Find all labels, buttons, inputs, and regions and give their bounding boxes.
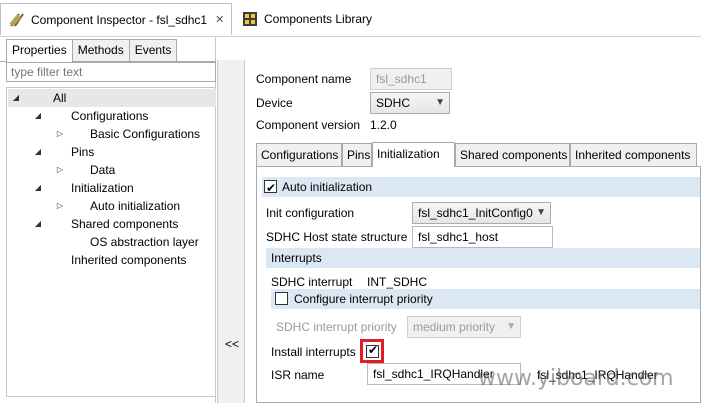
components-library-icon [240, 9, 260, 29]
tree-item-label: Data [90, 163, 116, 177]
chevron-down-icon: ▼ [435, 97, 445, 108]
left-panel: Properties Methods Events ◢ All ◢ Config… [0, 37, 216, 403]
tree-item-label: Shared components [71, 217, 179, 231]
sdhc-priority-select: medium priority ▼ [407, 316, 521, 338]
tree-item-label: OS abstraction layer [90, 235, 199, 249]
sdhc-priority-value: medium priority [413, 320, 496, 334]
tree-item-label: Inherited components [71, 253, 187, 267]
init-configuration-value: fsl_sdhc1_InitConfig0 [418, 206, 533, 220]
tree-item-label: Pins [71, 145, 95, 159]
install-interrupts-label: Install interrupts [271, 345, 356, 359]
tree-item-all[interactable]: ◢ All [8, 89, 216, 107]
filter-input[interactable] [6, 62, 216, 82]
configure-priority-header: Configure interrupt priority [271, 289, 700, 309]
editor-tab-bar: Component Inspector - fsl_sdhc1 ✕ Compon… [0, 0, 701, 37]
configure-priority-checkbox[interactable] [275, 292, 288, 305]
expand-arrow-icon[interactable]: ◢ [33, 215, 43, 233]
component-name-label: Component name [256, 72, 352, 86]
init-configuration-select[interactable]: fsl_sdhc1_InitConfig0 ▼ [412, 202, 551, 224]
watermark: www.yiboard.com [478, 366, 674, 391]
component-version-label: Component version [256, 118, 361, 132]
component-name-field: fsl_sdhc1 [370, 68, 452, 90]
details-panel: Component name fsl_sdhc1 Device SDHC ▼ C… [246, 37, 701, 403]
auto-initialization-checkbox[interactable] [264, 178, 277, 198]
install-interrupts-checkbox[interactable] [366, 343, 379, 358]
expand-arrow-icon[interactable]: ◢ [33, 179, 43, 197]
expand-arrow-icon[interactable]: ◢ [33, 143, 43, 161]
view-tabs: Properties Methods Events [6, 39, 178, 62]
expand-arrow-icon[interactable]: ▷ [55, 125, 65, 143]
host-state-label: SDHC Host state structure [266, 230, 408, 244]
chevron-down-icon: ▼ [536, 207, 546, 218]
tab-label: Components Library [264, 12, 373, 26]
tab-shared-components[interactable]: Shared components [455, 143, 570, 167]
device-value: SDHC [376, 96, 411, 110]
chevron-down-icon: ▼ [506, 321, 516, 332]
init-configuration-label: Init configuration [266, 206, 355, 220]
isr-name-label: ISR name [271, 368, 325, 382]
auto-initialization-header: Auto initialization [262, 177, 700, 198]
tab-properties[interactable]: Properties [6, 39, 73, 62]
tab-inherited-components[interactable]: Inherited components [570, 143, 697, 167]
configure-priority-label: Configure interrupt priority [294, 292, 433, 306]
component-inspector-icon [7, 10, 27, 30]
property-tree: ◢ All ◢ Configurations ▷ Basic Configura… [6, 87, 216, 397]
tree-item-label: Configurations [71, 109, 149, 123]
component-version-value: 1.2.0 [370, 118, 397, 132]
sdhc-priority-label: SDHC interrupt priority [276, 320, 397, 334]
tab-initialization[interactable]: Initialization [372, 142, 455, 167]
tab-component-inspector[interactable]: Component Inspector - fsl_sdhc1 ✕ [0, 3, 232, 35]
tab-configurations[interactable]: Configurations [256, 143, 342, 167]
tab-components-library[interactable]: Components Library [234, 3, 384, 35]
tree-item-label: All [53, 91, 67, 105]
tab-label: Component Inspector - fsl_sdhc1 [31, 12, 208, 27]
expand-arrow-icon[interactable]: ▷ [55, 197, 65, 215]
device-label: Device [256, 96, 293, 110]
tree-item-label: Basic Configurations [90, 127, 201, 141]
tree-item-label: Initialization [71, 181, 134, 195]
tab-pins[interactable]: Pins [342, 143, 372, 167]
close-tab-icon[interactable]: ✕ [215, 13, 224, 26]
host-state-field[interactable]: fsl_sdhc1_host [412, 226, 553, 248]
panel-splitter[interactable]: << [217, 60, 245, 403]
collapse-button[interactable]: << [218, 337, 246, 351]
expand-arrow-icon[interactable]: ▷ [55, 161, 65, 179]
expand-arrow-icon[interactable]: ◢ [11, 89, 21, 107]
tab-events[interactable]: Events [128, 39, 178, 61]
interrupts-header: Interrupts [266, 248, 700, 268]
device-select[interactable]: SDHC ▼ [370, 92, 450, 114]
auto-initialization-label: Auto initialization [282, 180, 373, 194]
expand-arrow-icon[interactable]: ◢ [33, 107, 43, 125]
tab-methods[interactable]: Methods [71, 39, 130, 61]
tree-item-label: Auto initialization [90, 199, 181, 213]
